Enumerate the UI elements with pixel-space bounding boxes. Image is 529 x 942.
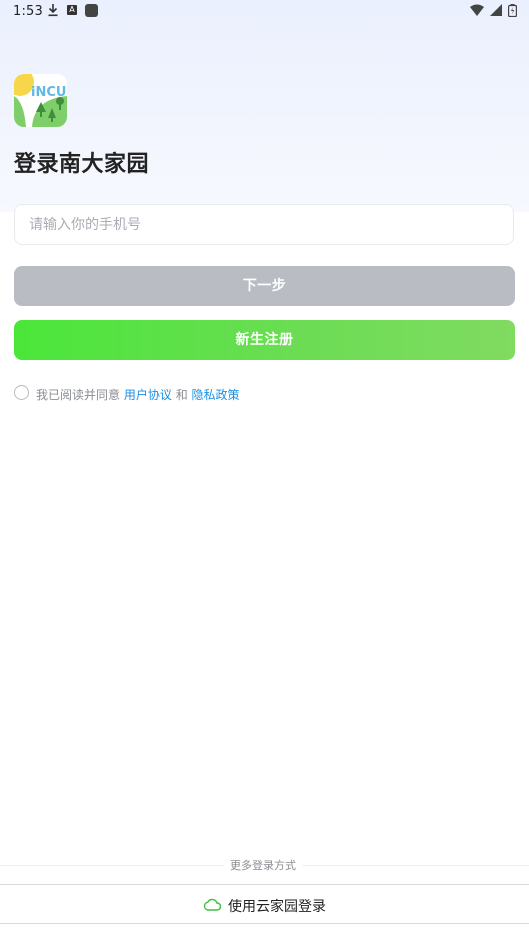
user-agreement-link[interactable]: 用户协议 — [124, 388, 172, 402]
a-notification-icon: A — [67, 5, 77, 15]
status-bar: 1:53 A — [0, 0, 529, 24]
status-right-icons — [468, 4, 517, 18]
next-step-button[interactable]: 下一步 — [14, 266, 515, 306]
battery-icon — [508, 4, 517, 17]
new-student-register-button[interactable]: 新生注册 — [14, 320, 515, 360]
app-square-icon — [85, 4, 98, 17]
header-background — [0, 0, 529, 212]
privacy-policy-link[interactable]: 隐私政策 — [192, 388, 240, 402]
more-login-divider: 更多登录方式 — [0, 856, 529, 876]
agreement-checkbox[interactable] — [14, 385, 29, 400]
phone-input[interactable] — [14, 204, 514, 245]
agreement-text: 我已阅读并同意 用户协议 和 隐私政策 — [36, 386, 240, 403]
download-icon — [48, 4, 58, 17]
cloud-login-label: 使用云家园登录 — [228, 899, 326, 915]
wifi-icon — [469, 4, 484, 16]
signal-icon — [489, 4, 502, 16]
status-time: 1:53 — [13, 4, 43, 19]
cloud-icon — [203, 898, 221, 911]
agreement-prefix: 我已阅读并同意 — [36, 388, 121, 402]
more-login-label: 更多登录方式 — [224, 857, 302, 873]
app-logo: iNCU — [14, 74, 67, 127]
cloud-home-login-button[interactable]: 使用云家园登录 — [0, 884, 529, 924]
agreement-and: 和 — [175, 388, 188, 402]
page-title: 登录南大家园 — [14, 152, 150, 177]
